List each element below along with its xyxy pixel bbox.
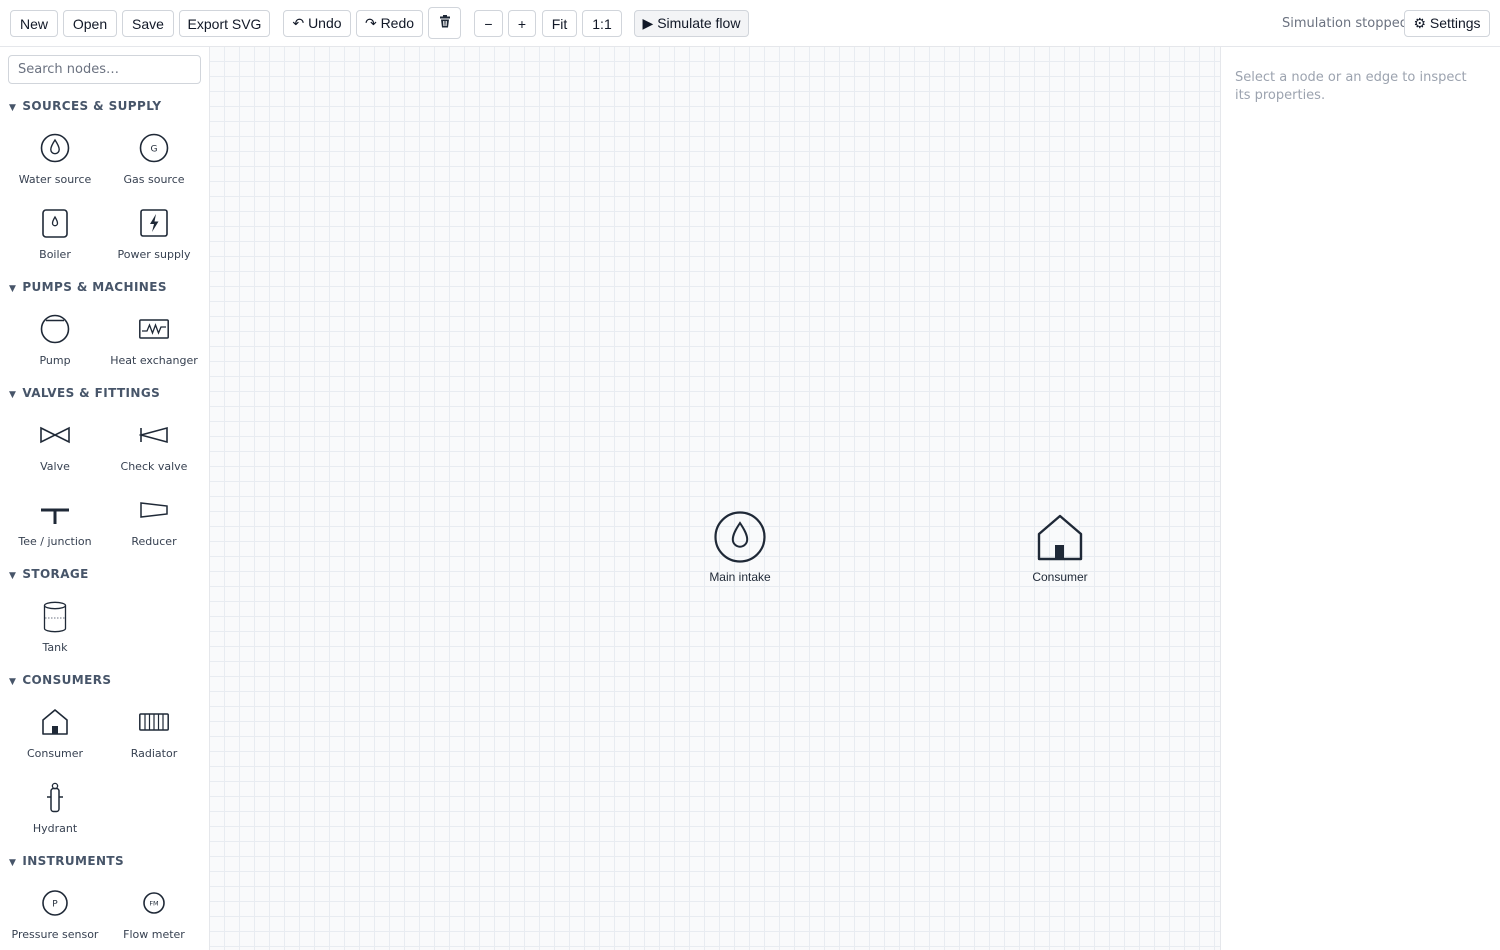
heat-exchanger-icon: [139, 319, 169, 339]
category-title: INSTRUMENTS: [22, 854, 125, 868]
flow-meter-glyph: FM: [149, 900, 158, 908]
palette-item-label: Pressure sensor: [11, 928, 99, 941]
gas-glyph: G: [151, 145, 158, 155]
house-icon: [1037, 514, 1083, 561]
category-instruments-header[interactable]: ▼ INSTRUMENTS: [9, 854, 124, 868]
lightning-icon: [140, 209, 168, 237]
pressure-sensor-icon: P: [42, 890, 68, 916]
delete-button[interactable]: [428, 7, 461, 39]
search-input[interactable]: [8, 55, 201, 84]
zoom-in-button[interactable]: +: [508, 10, 536, 37]
palette-item-label: Gas source: [123, 173, 185, 186]
new-button[interactable]: New: [10, 10, 58, 37]
palette-item-consumer[interactable]: Consumer: [6, 703, 104, 771]
simulate-flow-button[interactable]: ▶ Simulate flow: [634, 10, 749, 37]
export-svg-button[interactable]: Export SVG: [179, 10, 270, 37]
category-title: PUMPS & MACHINES: [22, 280, 167, 294]
tee-junction-icon: [41, 508, 69, 524]
settings-button[interactable]: ⚙ Settings: [1404, 10, 1490, 37]
palette-item-label: Valve: [40, 460, 70, 473]
palette-item-pressure-sensor[interactable]: P Pressure sensor: [6, 884, 104, 950]
palette-item-label: Tank: [42, 641, 68, 654]
palette-item-label: Radiator: [130, 747, 178, 760]
palette-item-power-supply[interactable]: Power supply: [105, 204, 203, 272]
palette-item-water-source[interactable]: Water source: [6, 129, 104, 197]
palette-item-label: Boiler: [39, 248, 71, 261]
palette-item-radiator[interactable]: Radiator: [105, 703, 203, 771]
palette-item-check-valve[interactable]: Check valve: [105, 416, 203, 484]
tank-icon: [43, 601, 67, 633]
palette-item-pump[interactable]: Pump: [6, 310, 104, 378]
check-valve-icon: [139, 426, 168, 444]
simulation-status: Simulation stopped: [1282, 16, 1408, 31]
palette-item-label: Power supply: [117, 248, 191, 261]
flow-meter-icon: FM: [143, 892, 165, 914]
chevron-down-icon: ▼: [9, 677, 17, 687]
category-title: SOURCES & SUPPLY: [22, 99, 162, 113]
reducer-icon: [140, 502, 168, 518]
inspector-empty-message: Select a node or an edge to inspect its …: [1235, 70, 1467, 103]
palette-item-label: Heat exchanger: [110, 354, 198, 367]
boiler-icon: [42, 209, 68, 238]
pressure-glyph: P: [52, 900, 58, 910]
palette-item-tee-junction[interactable]: Tee / junction: [6, 491, 104, 559]
palette-item-label: Consumer: [26, 747, 84, 760]
chevron-down-icon: ▼: [9, 390, 17, 400]
water-drop-icon: [714, 511, 766, 563]
palette-item-label: Flow meter: [123, 928, 185, 941]
palette-item-flow-meter[interactable]: FM Flow meter: [105, 884, 203, 950]
palette-item-tank[interactable]: Tank: [6, 597, 104, 665]
palette-item-label: Water source: [18, 173, 92, 186]
palette-item-heat-exchanger[interactable]: Heat exchanger: [105, 310, 203, 378]
toolbar: New Open Save Export SVG ↶ Undo ↷ Redo −…: [0, 0, 1500, 47]
zoom-reset-button[interactable]: 1:1: [582, 10, 622, 37]
canvas-node-consumer[interactable]: Consumer: [1020, 510, 1100, 584]
hydrant-icon: [47, 782, 63, 813]
valve-icon: [40, 426, 70, 444]
chevron-down-icon: ▼: [9, 571, 17, 581]
palette-item-valve[interactable]: Valve: [6, 416, 104, 484]
palette-item-label: Tee / junction: [18, 535, 92, 548]
trash-icon: [439, 15, 451, 31]
diagram-canvas[interactable]: Main intake Consumer: [210, 47, 1221, 950]
radiator-icon: [139, 713, 169, 731]
category-title: CONSUMERS: [22, 673, 112, 687]
undo-button[interactable]: ↶ Undo: [283, 10, 351, 37]
palette-item-boiler[interactable]: Boiler: [6, 204, 104, 272]
fit-button[interactable]: Fit: [542, 10, 577, 37]
zoom-out-button[interactable]: −: [474, 10, 503, 37]
inspector-panel: Select a node or an edge to inspect its …: [1221, 47, 1500, 950]
pump-icon: [40, 314, 70, 344]
category-valves-header[interactable]: ▼ VALVES & FITTINGS: [9, 386, 160, 400]
palette-item-label: Pump: [39, 354, 71, 367]
house-icon: [42, 709, 68, 735]
chevron-down-icon: ▼: [9, 858, 17, 868]
category-storage-header[interactable]: ▼ STORAGE: [9, 567, 89, 581]
chevron-down-icon: ▼: [9, 103, 17, 113]
category-title: VALVES & FITTINGS: [22, 386, 161, 400]
category-sources-header[interactable]: ▼ SOURCES & SUPPLY: [9, 99, 161, 113]
canvas-node-main-intake[interactable]: Main intake: [700, 510, 780, 584]
palette-item-label: Check valve: [120, 460, 188, 473]
palette-item-gas-source[interactable]: G Gas source: [105, 129, 203, 197]
category-consumers-header[interactable]: ▼ CONSUMERS: [9, 673, 111, 687]
gas-source-icon: G: [139, 133, 169, 163]
palette-item-reducer[interactable]: Reducer: [105, 491, 203, 559]
palette-item-label: Reducer: [131, 535, 177, 548]
category-pumps-header[interactable]: ▼ PUMPS & MACHINES: [9, 280, 167, 294]
palette-item-label: Hydrant: [32, 822, 78, 835]
open-button[interactable]: Open: [63, 10, 117, 37]
save-button[interactable]: Save: [122, 10, 174, 37]
redo-button[interactable]: ↷ Redo: [356, 10, 423, 37]
water-drop-icon: [40, 133, 70, 163]
canvas-node-label: Consumer: [1032, 570, 1088, 584]
node-palette: ▼ SOURCES & SUPPLY Water source G Gas sou…: [0, 47, 210, 950]
category-title: STORAGE: [22, 567, 89, 581]
palette-item-hydrant[interactable]: Hydrant: [6, 778, 104, 846]
chevron-down-icon: ▼: [9, 284, 17, 294]
canvas-node-label: Main intake: [709, 570, 771, 584]
